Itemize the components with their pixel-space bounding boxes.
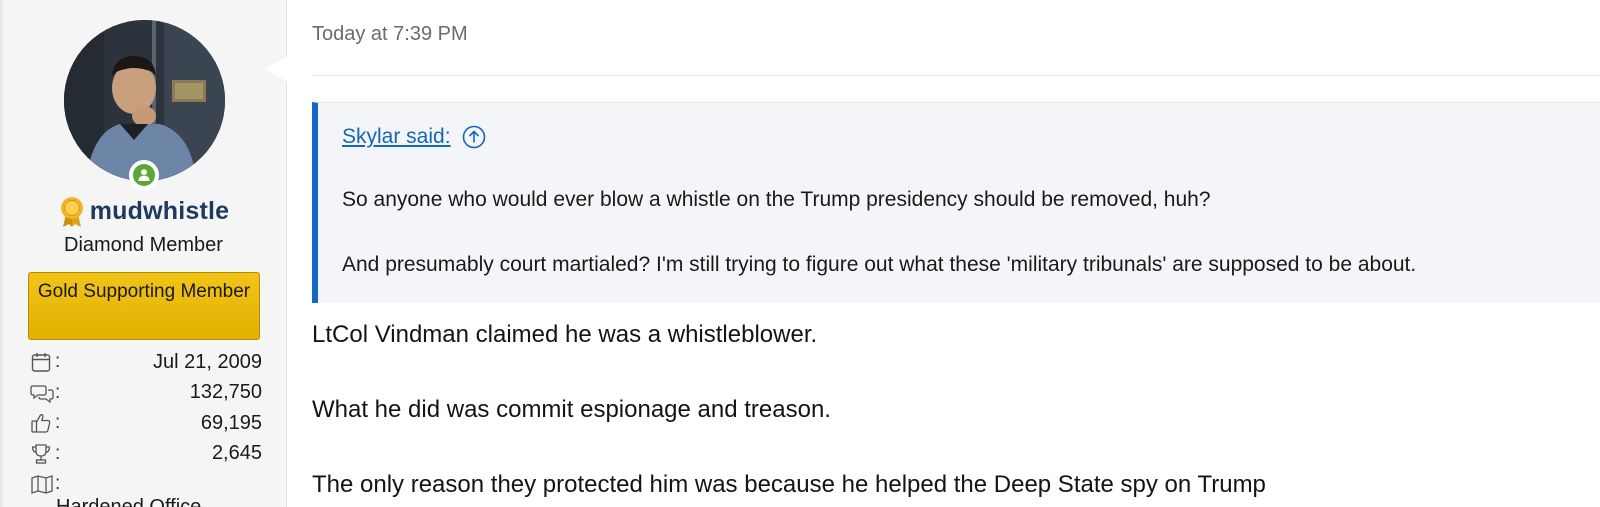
stat-colon: : — [55, 442, 61, 464]
stat-points[interactable]: : 2,645 — [30, 439, 262, 470]
stat-points-value: 2,645 — [211, 442, 262, 465]
username[interactable]: mudwhistle — [90, 197, 230, 226]
stat-messages-value: 132,750 — [189, 381, 262, 404]
quote-author-link[interactable]: Skylar said: — [342, 125, 451, 149]
arrow-up-circle-icon[interactable] — [461, 124, 487, 150]
map-icon — [30, 473, 54, 495]
user-title: Diamond Member — [64, 234, 223, 256]
avatar-image — [64, 20, 225, 181]
panel-pointer-arrow — [264, 56, 288, 82]
messages-icon — [30, 382, 54, 404]
quote-text-line: So anyone who would ever blow a whistle … — [342, 188, 1211, 211]
quote-attribution: Skylar said: — [342, 124, 487, 150]
stat-messages[interactable]: : 132,750 — [30, 378, 262, 409]
stat-colon: : — [55, 351, 61, 373]
post-body-line: What he did was commit espionage and tre… — [312, 396, 831, 423]
post-body-line: LtCol Vindman claimed he was a whistlebl… — [312, 321, 818, 348]
stat-location: : — [30, 469, 262, 500]
stat-reactions-value: 69,195 — [200, 411, 262, 434]
trophy-icon — [30, 443, 54, 465]
forum-post: mudwhistle Diamond Member Gold Supportin… — [0, 0, 1600, 507]
online-status-badge — [129, 160, 159, 190]
calendar-icon — [30, 351, 54, 373]
user-stats: : Jul 21, 2009 : 132,750: 69,195: 2,64… — [30, 347, 262, 500]
gold-medal-icon — [58, 196, 86, 227]
stat-joined-value: Jul 21, 2009 — [153, 350, 262, 373]
stat-colon: : — [55, 381, 61, 403]
post-body-line: The only reason they protected him was b… — [312, 471, 1266, 498]
quote-text-line: And presumably court martialed? I'm stil… — [342, 253, 1417, 276]
stat-colon: : — [55, 473, 61, 495]
location-text: Hardened Office — [56, 496, 202, 507]
user-info-panel: mudwhistle Diamond Member Gold Supportin… — [0, 0, 288, 507]
person-online-icon — [133, 164, 155, 186]
thumbs-up-icon — [30, 412, 54, 434]
post-header-divider — [312, 75, 1600, 76]
stat-reactions[interactable]: : 69,195 — [30, 408, 262, 439]
username-row: mudwhistle — [0, 196, 287, 227]
avatar[interactable] — [64, 20, 225, 181]
stat-joined: : Jul 21, 2009 — [30, 347, 262, 378]
post-timestamp[interactable]: Today at 7:39 PM — [312, 23, 468, 46]
user-banner: Gold Supporting Member — [28, 272, 260, 340]
stat-colon: : — [55, 412, 61, 434]
